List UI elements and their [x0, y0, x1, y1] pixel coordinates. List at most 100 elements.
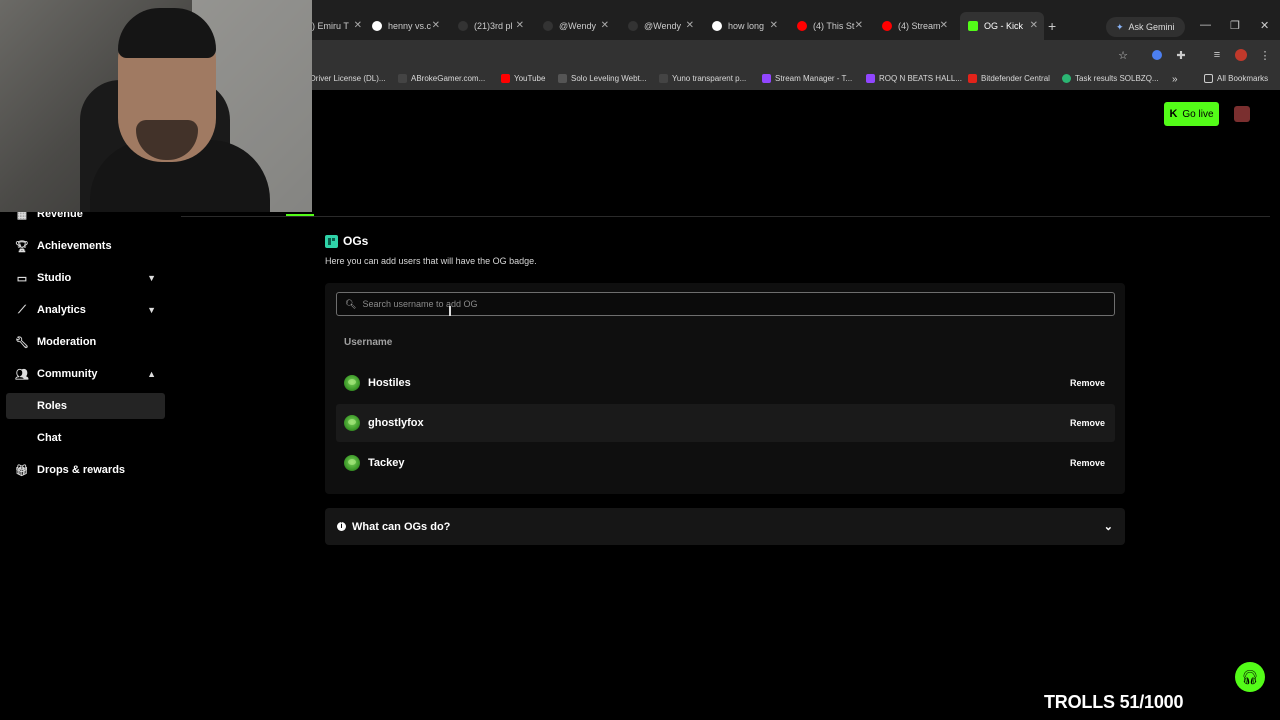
browser-tab[interactable]: (4) This St ✕	[797, 12, 869, 40]
support-chat-button[interactable]: 🎧︎	[1235, 662, 1265, 692]
go-live-button[interactable]: K Go live	[1164, 102, 1219, 126]
restore-icon[interactable]: ❐	[1230, 19, 1240, 32]
tab-label: @Wendy	[559, 21, 596, 31]
bookmark[interactable]: YouTube	[501, 74, 545, 83]
faq-accordion[interactable]: i What can OGs do? ⌄	[325, 508, 1125, 545]
sidebar-item-community[interactable]: 👥︎ Community ▲	[15, 361, 166, 387]
close-icon[interactable]: ✕	[354, 20, 362, 31]
menu-icon[interactable]: ⋮	[1258, 48, 1272, 62]
close-icon[interactable]: ✕	[770, 20, 778, 31]
chevron-down-icon: ▼	[147, 305, 156, 315]
avatar	[344, 375, 360, 391]
close-icon[interactable]: ✕	[940, 20, 948, 31]
bitdefender-icon	[968, 74, 977, 83]
page-title: OGs	[325, 234, 368, 248]
browser-tab[interactable]: @Wendy ✕	[628, 12, 700, 40]
more-bookmarks-icon[interactable]: »	[1172, 74, 1178, 85]
extension-icon[interactable]	[1150, 48, 1164, 62]
profile-icon[interactable]	[1234, 48, 1248, 62]
bookmark[interactable]: Solo Leveling Webt...	[558, 74, 646, 83]
remove-button[interactable]: Remove	[1070, 418, 1105, 428]
browser-tab[interactable]: @Wendy ✕	[543, 12, 615, 40]
bookmark[interactable]: Bitdefender Central	[968, 74, 1050, 83]
close-icon[interactable]: ✕	[1030, 20, 1038, 31]
google-icon	[372, 21, 382, 31]
all-bookmarks[interactable]: All Bookmarks	[1204, 74, 1268, 83]
close-icon[interactable]: ✕	[516, 20, 524, 31]
webcam-overlay	[0, 0, 312, 212]
close-icon[interactable]: ✕	[601, 20, 609, 31]
kick-icon	[968, 21, 978, 31]
username: ghostlyfox	[368, 417, 424, 429]
ask-gemini-button[interactable]: ✦ Ask Gemini	[1106, 17, 1185, 37]
bookmark[interactable]: ROQ N BEATS HALL...	[866, 74, 962, 83]
tiktok-icon	[543, 21, 553, 31]
browser-tab[interactable]: henny vs.c ✕	[372, 12, 446, 40]
studio-icon: ▭	[16, 272, 28, 285]
close-icon[interactable]: ✕	[855, 20, 863, 31]
sidebar-item-moderation[interactable]: 🔧︎ Moderation	[15, 329, 166, 355]
bookmark-label: Yuno transparent p...	[672, 74, 747, 83]
window-close-icon[interactable]: ✕	[1260, 19, 1269, 32]
close-icon[interactable]: ✕	[432, 20, 440, 31]
bookmark[interactable]: Driver License (DL)...	[310, 74, 386, 83]
bookmark[interactable]: ABrokeGamer.com...	[398, 74, 485, 83]
og-badge-icon	[325, 234, 338, 248]
tab-label: (21)3rd pl	[474, 21, 513, 31]
tab-label: (4) This St	[813, 21, 855, 31]
sidebar-item-label: Achievements	[37, 240, 112, 252]
browser-tab[interactable]: (21)3rd pl ✕	[458, 12, 530, 40]
bookmark-icon	[558, 74, 567, 83]
sparkle-icon: ✦	[1116, 21, 1124, 32]
avatar	[344, 415, 360, 431]
sidebar-item-analytics[interactable]: ⟋ Analytics ▼	[16, 297, 166, 323]
media-control-icon[interactable]: ≡	[1210, 48, 1224, 62]
bookmark-icon	[398, 74, 407, 83]
youtube-icon	[882, 21, 892, 31]
search-input[interactable]	[362, 299, 1063, 309]
bookmark[interactable]: Task results SOLBZQ...	[1062, 74, 1159, 83]
username: Tackey	[368, 457, 405, 469]
tab-label: henny vs.c	[388, 21, 432, 31]
sidebar-item-drops-rewards[interactable]: 🎁︎ Drops & rewards	[15, 457, 166, 483]
minimize-icon[interactable]: —	[1200, 19, 1211, 31]
info-icon: i	[337, 522, 346, 531]
browser-tab[interactable]: ) Emiru T ✕	[312, 12, 368, 40]
puzzle-icon[interactable]: ✚	[1174, 48, 1188, 62]
star-icon[interactable]: ☆	[1116, 48, 1130, 62]
remove-button[interactable]: Remove	[1070, 378, 1105, 388]
avatar[interactable]	[1234, 106, 1250, 122]
close-icon[interactable]: ✕	[686, 20, 694, 31]
sidebar-item-roles[interactable]: Roles	[6, 393, 165, 419]
tab-label: (4) Stream	[898, 21, 941, 31]
browser-tab[interactable]: (4) Stream ✕	[882, 12, 954, 40]
new-tab-button[interactable]: +	[1048, 18, 1056, 34]
browser-tab-active[interactable]: OG - Kick ✕	[960, 12, 1044, 40]
username: Hostiles	[368, 377, 411, 389]
sidebar-item-label: Roles	[37, 400, 67, 412]
search-field[interactable]: 🔍︎	[336, 292, 1115, 316]
folder-icon	[1204, 74, 1213, 83]
bookmark-label: ROQ N BEATS HALL...	[879, 74, 962, 83]
bookmark[interactable]: Yuno transparent p...	[659, 74, 746, 83]
bookmark-label: Stream Manager - T...	[775, 74, 853, 83]
browser-tab[interactable]: how long ✕	[712, 12, 784, 40]
sidebar-item-studio[interactable]: ▭ Studio ▼	[16, 265, 166, 291]
sidebar-item-chat[interactable]: Chat	[6, 425, 165, 451]
sidebar-item-label: Drops & rewards	[37, 464, 126, 476]
page-title-text: OGs	[343, 234, 369, 248]
faq-label: What can OGs do?	[352, 520, 451, 533]
all-bookmarks-label: All Bookmarks	[1217, 74, 1269, 83]
gemini-label: Ask Gemini	[1128, 22, 1175, 32]
task-icon	[1062, 74, 1071, 83]
tiktok-icon	[628, 21, 638, 31]
sidebar-item-achievements[interactable]: 🏆︎ Achievements	[15, 233, 166, 259]
gift-icon: 🎁︎	[15, 464, 29, 477]
remove-button[interactable]: Remove	[1070, 458, 1105, 468]
column-header-username: Username	[344, 337, 393, 348]
tab-label: how long	[728, 21, 765, 31]
headset-icon: 🎧︎	[1241, 668, 1259, 685]
trophy-icon: 🏆︎	[15, 240, 29, 253]
bookmark[interactable]: Stream Manager - T...	[762, 74, 852, 83]
chevron-down-icon: ▼	[147, 273, 156, 283]
